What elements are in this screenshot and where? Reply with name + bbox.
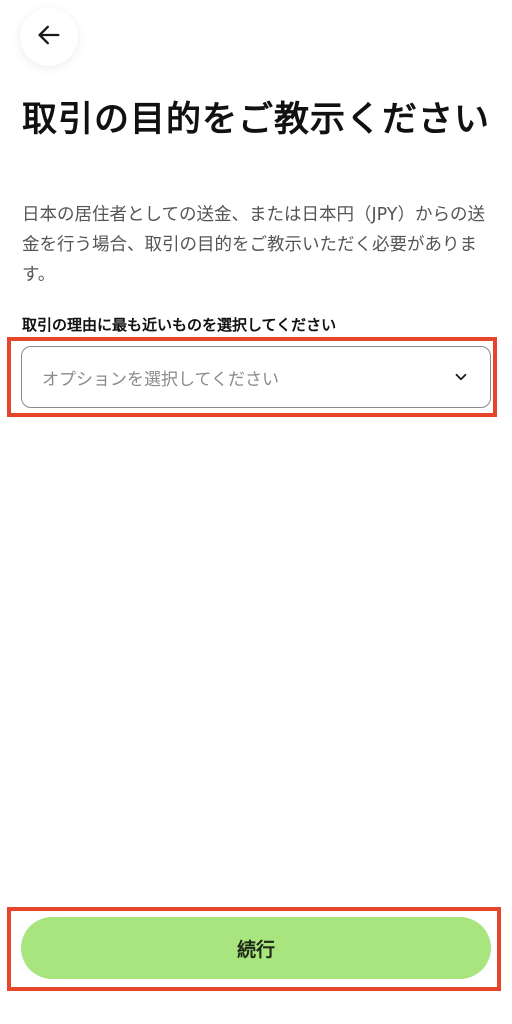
select-label: 取引の理由に最も近いものを選択してください bbox=[22, 316, 337, 334]
select-placeholder: オプションを選択してください bbox=[42, 369, 279, 390]
page-description: 日本の居住者としての送金、または日本円（JPY）からの送金を行う場合、取引の目的… bbox=[22, 205, 485, 285]
arrow-left-icon bbox=[35, 21, 63, 53]
purpose-select[interactable]: オプションを選択してください bbox=[21, 346, 491, 408]
continue-button[interactable]: 続行 bbox=[21, 917, 491, 979]
chevron-down-icon bbox=[452, 368, 470, 386]
page-title: 取引の目的をご教示ください bbox=[22, 100, 491, 140]
back-button[interactable] bbox=[20, 8, 78, 66]
